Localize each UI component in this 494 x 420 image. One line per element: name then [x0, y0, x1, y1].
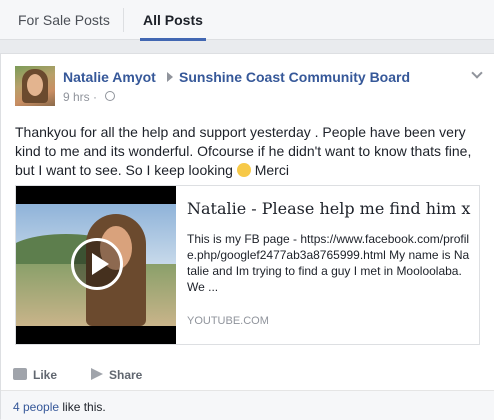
like-button[interactable]: Like — [13, 365, 57, 385]
play-video-icon[interactable] — [71, 238, 123, 290]
share-arrow-icon — [91, 368, 103, 380]
letterbox-bottom — [16, 326, 176, 344]
avatar-face — [27, 74, 43, 96]
posted-to-arrow-icon — [167, 72, 173, 82]
active-tab-indicator — [140, 38, 206, 41]
likes-text: 4 people like this. — [13, 400, 106, 414]
post-card: Natalie Amyot Sunshine Coast Community B… — [0, 53, 494, 420]
share-button[interactable]: Share — [91, 365, 142, 385]
tab-for-sale-posts[interactable]: For Sale Posts — [18, 0, 110, 40]
video-thumbnail[interactable] — [16, 186, 176, 344]
tab-divider — [123, 8, 124, 32]
likes-summary: 4 people like this. — [1, 390, 494, 420]
share-label: Share — [109, 368, 143, 382]
likes-count-link[interactable]: 4 people — [13, 400, 59, 414]
link-title[interactable]: Natalie - Please help me find him x — [187, 199, 470, 218]
tab-all-posts-label: All Posts — [143, 12, 203, 28]
link-description: This is my FB page - https://www.faceboo… — [187, 232, 470, 294]
audience-globe-icon[interactable] — [105, 91, 115, 101]
author-name-link[interactable]: Natalie Amyot — [63, 69, 156, 85]
smile-emoji-icon — [236, 163, 251, 177]
post-timestamp[interactable]: 9 hrs — [63, 90, 90, 104]
play-triangle — [92, 253, 109, 275]
post-body: Thankyou for all the help and support ye… — [15, 123, 485, 180]
post-filter-tabs: For Sale Posts All Posts — [0, 0, 494, 41]
group-name-link[interactable]: Sunshine Coast Community Board — [179, 69, 410, 85]
post-text-tail: Merci — [254, 162, 289, 178]
likes-suffix: like this. — [59, 400, 106, 414]
meta-separator: · — [93, 90, 98, 104]
post-options-chevron-icon[interactable] — [471, 67, 483, 79]
author-avatar[interactable] — [15, 66, 55, 106]
post-meta: 9 hrs · — [63, 90, 97, 104]
letterbox-top — [16, 186, 176, 204]
tab-all-posts[interactable]: All Posts — [140, 0, 206, 41]
shared-link-preview[interactable]: Natalie - Please help me find him x This… — [15, 185, 480, 345]
like-label: Like — [33, 368, 58, 382]
link-source: YOUTUBE.COM — [187, 315, 269, 327]
thumbs-up-icon — [13, 368, 27, 380]
